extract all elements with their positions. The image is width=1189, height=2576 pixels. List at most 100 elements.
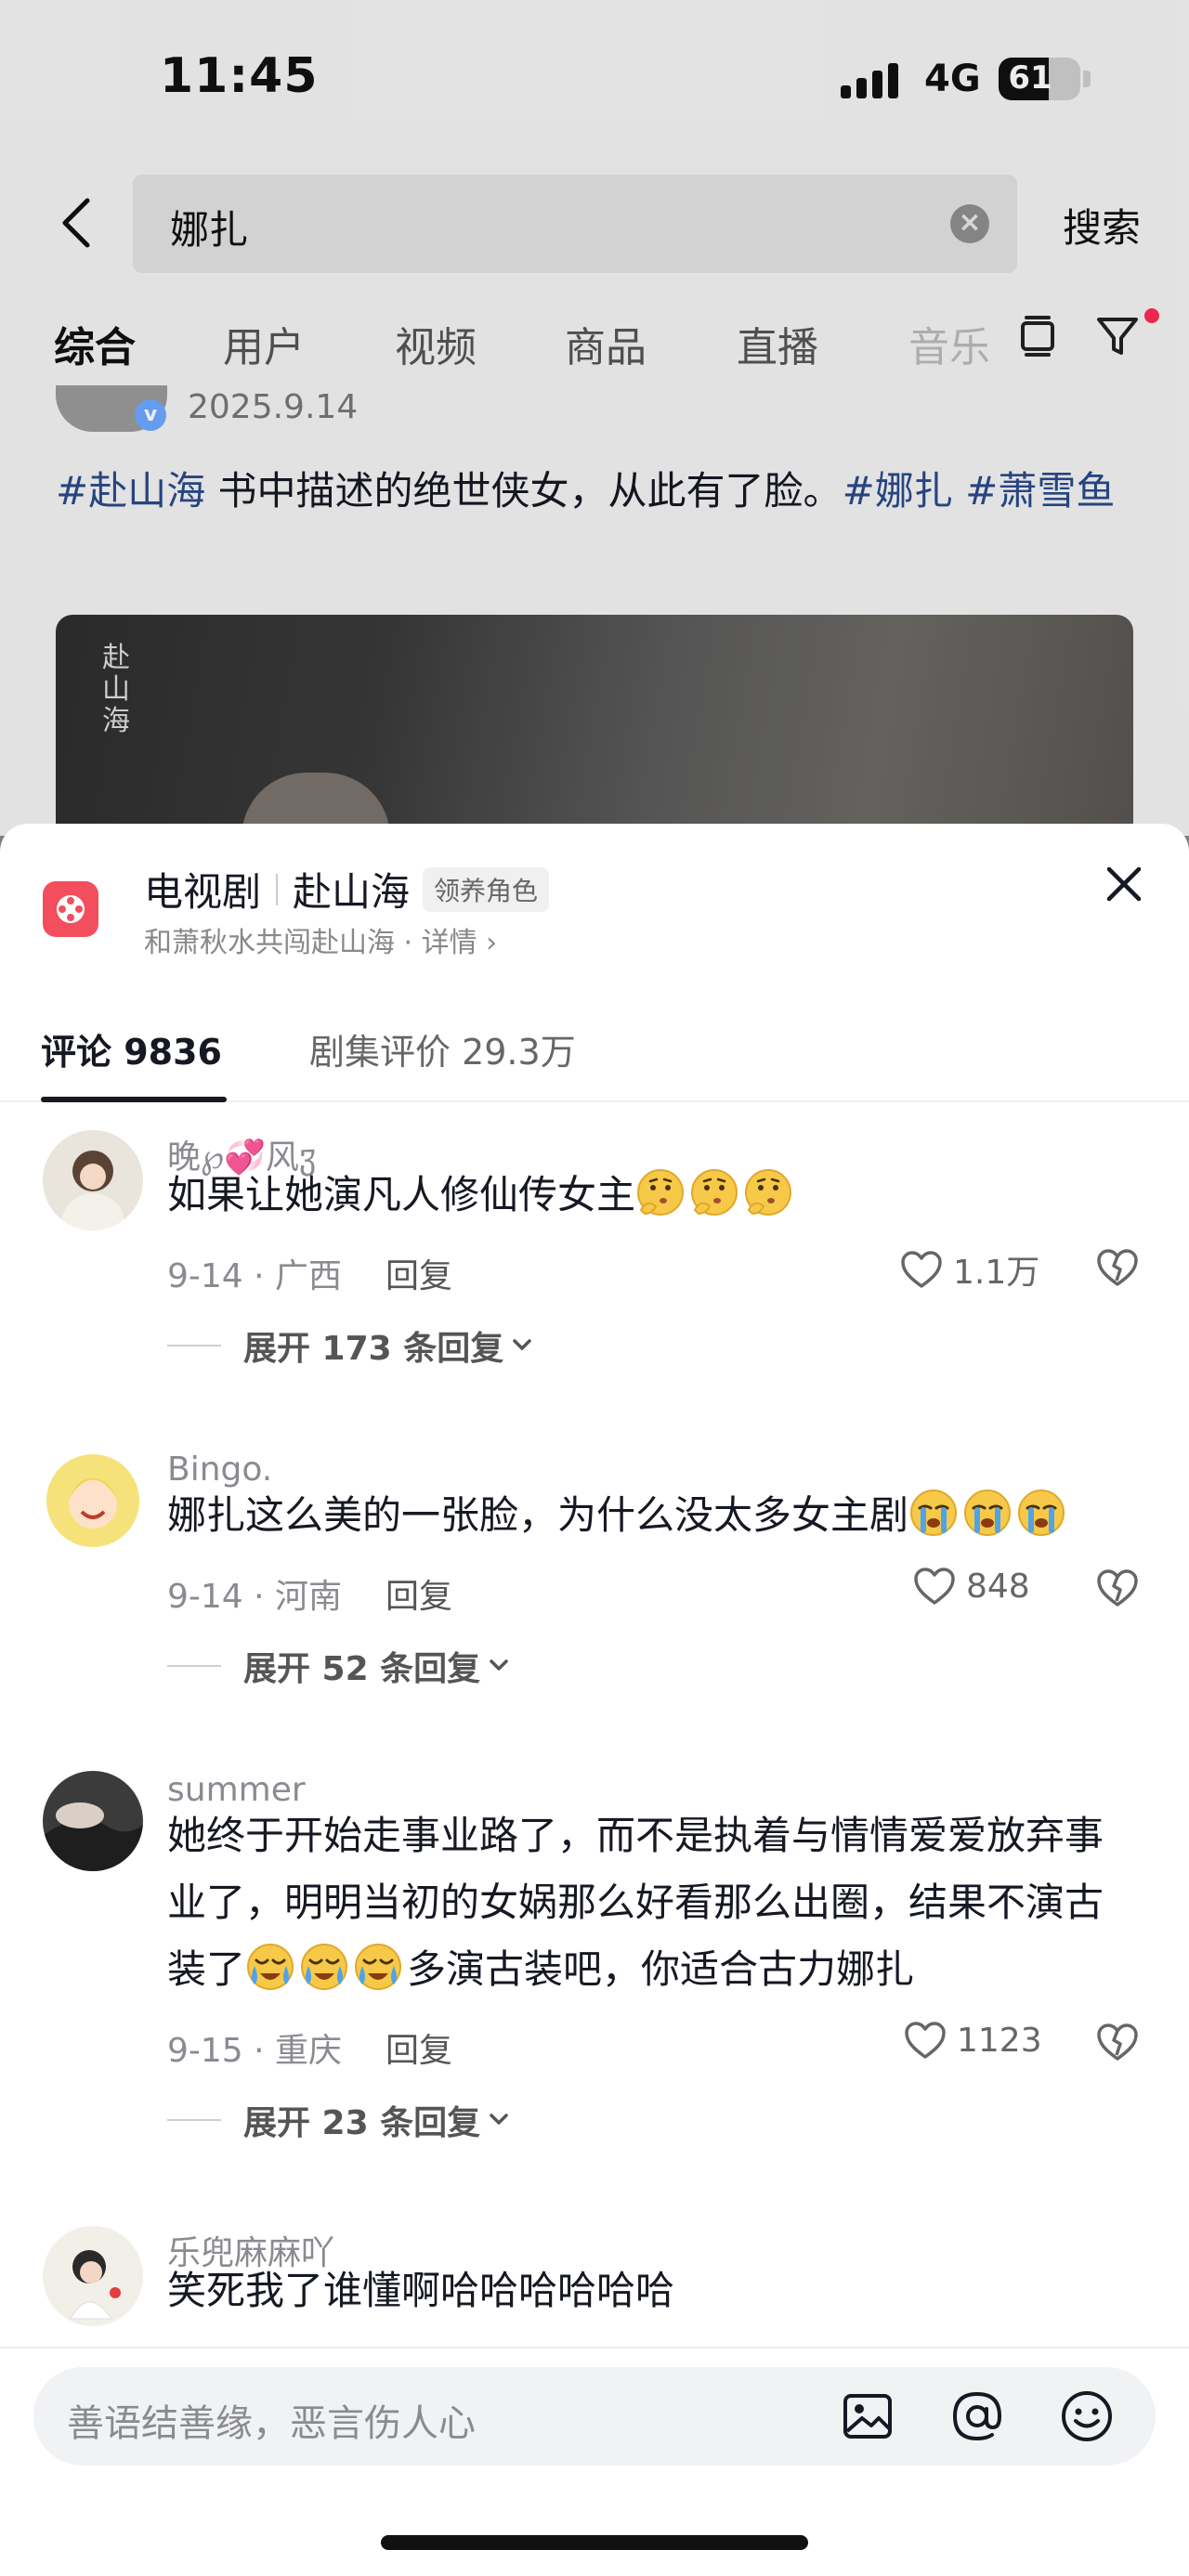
battery-tip — [1083, 71, 1091, 87]
comment-input-placeholder: 善语结善缘，恶言伤人心 — [67, 2402, 476, 2445]
expand-replies-label: 展开 23 条回复 — [243, 2104, 481, 2142]
comment-date-location: 9-14 · 广西 — [167, 1257, 343, 1295]
tab-music[interactable]: 音乐 — [908, 314, 990, 373]
tab-users[interactable]: 用户 — [223, 314, 305, 373]
dislike-button[interactable] — [1094, 1564, 1141, 1610]
like-count: 1123 — [957, 2021, 1042, 2060]
like-button[interactable]: 848 — [912, 1566, 1030, 1607]
post-caption-text: 书中描述的绝世侠女，从此有了脸。 — [205, 468, 843, 514]
home-indicator — [381, 2535, 808, 2550]
comment-text-content: 如果让她演凡人修仙传女主 — [167, 1172, 636, 1217]
tab-tools — [1017, 312, 1140, 360]
sheet-header: 电视剧 赴山海 领养角色 和萧秋水共闯赴山海 · 详情 › — [0, 824, 1189, 972]
battery-icon: 61 — [999, 58, 1080, 100]
tab-goods[interactable]: 商品 — [565, 314, 647, 373]
avatar[interactable] — [43, 2226, 143, 2326]
reply-button[interactable]: 回复 — [385, 1249, 452, 1297]
expand-replies-label: 展开 52 条回复 — [243, 1650, 481, 1688]
status-bar: 11:45 4G 61 — [0, 0, 1189, 158]
like-count: 1.1万 — [953, 1254, 1040, 1292]
dislike-button[interactable] — [1094, 1243, 1141, 1290]
comment-text: 她终于开始走事业路了，而不是执着与情情爱爱放弃事 业了，明明当初的女娲那么好看那… — [167, 1802, 1152, 2003]
comment-text-line: 她终于开始走事业路了，而不是执着与情情爱爱放弃事 — [167, 1813, 1104, 1858]
mention-icon[interactable] — [949, 2388, 1005, 2444]
thinking-emoji-icon — [635, 1169, 797, 1217]
avatar-image — [43, 1130, 143, 1230]
close-icon — [1106, 866, 1142, 902]
network-label: 4G — [924, 58, 981, 100]
expand-divider — [167, 1345, 221, 1347]
emoji-picker-icon[interactable] — [1059, 2388, 1115, 2444]
search-query: 娜扎 — [170, 207, 249, 253]
avatar-image — [43, 2226, 143, 2326]
adopt-role-tag[interactable]: 领养角色 — [423, 866, 550, 912]
signal-icon — [841, 59, 904, 98]
image-icon[interactable] — [840, 2388, 895, 2444]
post-caption: #赴山海 书中描述的绝世侠女，从此有了脸。#娜扎 #萧雪鱼 — [56, 460, 1133, 523]
chevron-down-icon — [490, 1659, 508, 1671]
chevron-down-icon — [513, 1339, 531, 1350]
comment-text-content: 娜扎这么美的一张脸，为什么没太多女主剧 — [167, 1492, 909, 1538]
layout-icon[interactable] — [1017, 312, 1058, 360]
search-tabs: 综合 用户 视频 商品 直播 音乐 — [0, 306, 1189, 381]
comment-text-line: 业了，明明当初的女娲那么好看那么出圈，结果不演古 — [167, 1880, 1104, 1925]
comment-text-line: 多演古装吧，你适合古力娜扎 — [407, 1946, 915, 1992]
status-time: 11:45 — [160, 48, 319, 104]
tab-comments[interactable]: 评论 9836 — [41, 1023, 222, 1074]
comment-text-line: 装了 — [167, 1946, 246, 1992]
comment-text: 娜扎这么美的一张脸，为什么没太多女主剧 — [167, 1482, 1152, 1549]
smiley-icon — [1062, 2391, 1112, 2441]
search-input[interactable]: 娜扎 × — [133, 175, 1017, 273]
reply-button[interactable]: 回复 — [385, 1569, 452, 1618]
comments-sheet: 电视剧 赴山海 领养角色 和萧秋水共闯赴山海 · 详情 › 评论 9836 剧集… — [0, 824, 1189, 2576]
hashtag-link[interactable]: #赴山海 — [56, 468, 205, 514]
film-reel-icon — [57, 895, 85, 923]
sheet-title[interactable]: 电视剧 赴山海 领养角色 — [144, 861, 550, 917]
sobbing-emoji-icon — [245, 1944, 407, 1992]
sheet-subtitle[interactable]: 和萧秋水共闯赴山海 · 详情 › — [144, 919, 497, 960]
verified-badge-icon: v — [135, 399, 166, 431]
search-button[interactable]: 搜索 — [1063, 197, 1141, 254]
expand-divider — [167, 1665, 221, 1667]
tab-episode-reviews[interactable]: 剧集评价 29.3万 — [309, 1023, 576, 1074]
search-results-page: 11:45 4G 61 娜扎 × 搜索 综合 用户 视频 商品 直播 音乐 v … — [0, 0, 1189, 893]
avatar[interactable] — [43, 1451, 143, 1551]
comment-date-location: 9-14 · 河南 — [167, 1578, 343, 1616]
avatar-image — [43, 1771, 143, 1871]
expand-replies[interactable]: 展开 23 条回复 — [167, 2096, 510, 2144]
clear-icon[interactable]: × — [950, 204, 989, 243]
expand-divider — [167, 2119, 221, 2121]
tab-all[interactable]: 综合 — [54, 314, 136, 373]
tab-live[interactable]: 直播 — [737, 314, 818, 373]
close-button[interactable] — [1096, 856, 1152, 912]
comment-date-location: 9-15 · 重庆 — [167, 2032, 343, 2070]
comment-text: 笑死我了谁懂啊哈哈哈哈哈哈 — [167, 2268, 675, 2313]
video-watermark-title: 赴山海 — [102, 642, 130, 737]
expand-replies[interactable]: 展开 173 条回复 — [167, 1321, 533, 1370]
chevron-down-icon — [490, 2114, 508, 2125]
tab-videos[interactable]: 视频 — [395, 314, 477, 373]
like-button[interactable]: 1123 — [903, 2020, 1042, 2061]
heart-icon — [901, 1251, 942, 1288]
hashtag-link[interactable]: #娜扎 — [843, 468, 953, 514]
tv-series-logo-icon — [43, 881, 98, 937]
reply-button[interactable]: 回复 — [385, 2023, 452, 2072]
comment-input[interactable]: 善语结善缘，恶言伤人心 — [33, 2367, 1156, 2465]
like-button[interactable]: 1.1万 — [899, 1245, 1039, 1294]
heart-icon — [905, 2022, 946, 2059]
active-tab-indicator — [41, 1097, 227, 1102]
image-icon-glyph — [843, 2394, 892, 2439]
avatar[interactable] — [43, 1771, 143, 1871]
back-button[interactable] — [48, 190, 104, 255]
expand-replies[interactable]: 展开 52 条回复 — [167, 1642, 510, 1690]
post-date: 2025.9.14 — [188, 388, 359, 426]
notification-dot — [1144, 308, 1159, 323]
filter-icon[interactable] — [1095, 312, 1140, 360]
broken-heart-icon — [1097, 1249, 1138, 1286]
avatar[interactable] — [43, 1130, 143, 1230]
back-arrow-icon — [62, 198, 90, 248]
heart-icon — [914, 1568, 955, 1605]
title-divider — [276, 873, 279, 905]
dislike-button[interactable] — [1094, 2018, 1141, 2064]
hashtag-link[interactable]: #萧雪鱼 — [965, 468, 1115, 514]
